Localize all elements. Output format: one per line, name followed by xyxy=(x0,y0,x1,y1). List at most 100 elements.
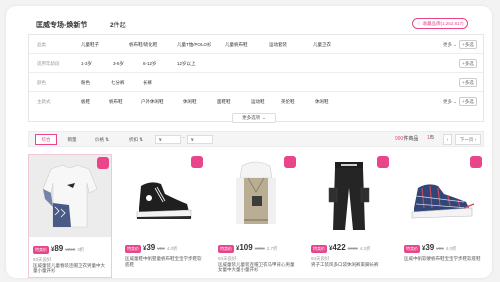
filter-option[interactable]: 帆布鞋/硫化鞋 xyxy=(129,42,157,49)
filter-option[interactable]: 6-12岁 xyxy=(143,61,157,68)
product-image[interactable] xyxy=(218,158,294,234)
product-price: ¥39 xyxy=(422,243,435,252)
filter-multi-button[interactable]: + 多选 xyxy=(459,78,477,87)
filter-more-button[interactable]: 更多 ⌄ xyxy=(443,99,457,106)
filter-option[interactable]: 儿童帆布鞋 xyxy=(225,42,248,49)
chevron-down-icon: ⌄ xyxy=(453,99,457,104)
product-title[interactable]: 匡威中帆软硬帆布鞋宝宝学步鞋软底鞋 xyxy=(404,256,482,262)
product-title[interactable]: 93天良好 男子工装风多口袋休闲裤束脚长裤 xyxy=(311,256,389,267)
product-card[interactable]: 特卖价 ¥89 ¥299 3折 93天良好 匡威童装儿童春装连帽卫衣男童中大童小… xyxy=(28,154,112,278)
filter-multi-button[interactable]: + 多选 xyxy=(459,40,477,49)
price-line: 特卖价 ¥89 ¥299 3折 xyxy=(33,244,85,254)
filter-more-button[interactable]: 更多 ⌄ xyxy=(443,42,457,49)
price-min-input[interactable]: ¥ xyxy=(155,135,181,144)
product-title[interactable]: 匡威童鞋中帆婴童帆布鞋宝宝学步鞋软底鞋 xyxy=(125,256,203,267)
filter-option[interactable]: 面鞋鞋 xyxy=(217,99,231,106)
price-line: 特卖价 ¥109 ¥399 2.7折 xyxy=(218,243,278,253)
price-max-input[interactable]: ¥ xyxy=(187,135,213,144)
product-card[interactable]: 特卖价 ¥39 ¥99 4.0折 匡威童鞋中帆婴童帆布鞋宝宝学步鞋软底鞋 xyxy=(121,154,205,278)
filter-option[interactable]: 粉色 xyxy=(81,80,90,87)
original-price: ¥99 xyxy=(157,246,165,251)
product-image[interactable] xyxy=(125,158,201,234)
price-range-dash: - xyxy=(183,135,185,141)
sort-discount-button[interactable]: 折扣 ⇅ xyxy=(121,134,151,145)
product-card[interactable]: 特卖价 ¥422 ¥999 4.2折 93天良好 男子工装风多口袋休闲裤束脚长裤 xyxy=(307,154,391,278)
discount-rate: 2.7折 xyxy=(266,246,278,251)
sort-sales-button[interactable]: 销量 xyxy=(61,134,83,145)
sale-tag-icon xyxy=(377,156,389,168)
product-price: ¥422 xyxy=(329,243,346,252)
filter-option[interactable]: 1-3岁 xyxy=(81,61,92,68)
sort-default-button[interactable]: 综合 xyxy=(35,134,57,145)
price-line: 特卖价 ¥422 ¥999 4.2折 xyxy=(311,243,371,253)
sale-tag-icon xyxy=(191,156,203,168)
filter-row-color: 颜色 粉色 七分裤 长裤 + 多选 xyxy=(29,73,483,92)
chevron-left-icon: ‹ xyxy=(446,137,449,142)
product-price: ¥39 xyxy=(143,243,156,252)
filter-option[interactable]: 板鞋 xyxy=(81,99,90,106)
filter-option[interactable]: 帆布鞋 xyxy=(109,99,123,106)
chevron-down-icon: ⌄ xyxy=(262,115,266,120)
filter-option[interactable]: 七分裤 xyxy=(111,80,125,87)
page-indicator: 1/5 xyxy=(427,135,434,141)
filter-option[interactable]: 休闲鞋 xyxy=(315,99,329,106)
cargo-pants-image xyxy=(328,162,370,230)
product-title[interactable]: 93天良好 匡威童装儿童装连帽卫衣马甲背心男童女童中大童小童开衫 xyxy=(218,256,296,273)
filter-option[interactable]: 儿童鞋子 xyxy=(81,42,99,49)
filter-row-age: 适用年龄段 1-3岁 3-6岁 6-12岁 12岁以上 + 多选 xyxy=(29,54,483,73)
filter-multi-button[interactable]: + 多选 xyxy=(459,97,477,106)
main-panel: 匡威专场-焕新节 2件起 ♡ 收藏品牌(1,252,817) 品类 儿童鞋子 帆… xyxy=(6,6,492,278)
page-title: 匡威专场-焕新节 xyxy=(36,22,88,29)
product-image[interactable] xyxy=(404,158,480,234)
discount-rate: 3折 xyxy=(77,247,85,252)
sort-arrows-icon: ⇅ xyxy=(105,136,110,142)
filter-row-category: 品类 儿童鞋子 帆布鞋/硫化鞋 儿童T恤/POLO衫 儿童帆布鞋 运动套装 儿童… xyxy=(29,35,483,54)
filter-option[interactable]: 户外休闲鞋 xyxy=(141,99,164,106)
filter-option[interactable]: 英伦鞋 xyxy=(281,99,295,106)
favorite-brand-button[interactable]: ♡ 收藏品牌(1,252,817) xyxy=(412,18,468,29)
more-filters-button[interactable]: 更多选项 ⌄ xyxy=(232,113,276,123)
chevron-down-icon: ⌄ xyxy=(453,42,457,47)
filter-option[interactable]: 休闲鞋 xyxy=(183,99,197,106)
heart-icon: ♡ xyxy=(416,20,421,26)
original-price: ¥99 xyxy=(436,246,444,251)
filter-option[interactable]: 12岁以上 xyxy=(177,61,196,68)
sale-tag-icon xyxy=(284,156,296,168)
product-title[interactable]: 93天良好 匡威童装儿童春装连帽卫衣男童中大童小童开衫 xyxy=(33,257,109,274)
result-count: 990件商品 xyxy=(395,136,419,142)
plaid-sneaker-image xyxy=(411,184,475,219)
product-card[interactable]: 特卖价 ¥109 ¥399 2.7折 93天良好 匡威童装儿童装连帽卫衣马甲背心… xyxy=(214,154,298,278)
next-page-button[interactable]: 下一页 › xyxy=(455,134,481,145)
filter-option[interactable]: 儿童T恤/POLO衫 xyxy=(177,42,212,49)
page-background: 匡威专场-焕新节 2件起 ♡ 收藏品牌(1,252,817) 品类 儿童鞋子 帆… xyxy=(0,0,500,282)
filter-option[interactable]: 儿童卫衣 xyxy=(313,42,331,49)
discount-rate: 4.2折 xyxy=(359,246,371,251)
price-line: 特卖价 ¥39 ¥99 4.0折 xyxy=(125,243,178,253)
sale-tag-icon xyxy=(470,156,482,168)
filter-panel: 品类 儿童鞋子 帆布鞋/硫化鞋 儿童T恤/POLO衫 儿童帆布鞋 运动套装 儿童… xyxy=(28,34,484,122)
sort-bar: 综合 销量 价格 ⇅ 折扣 ⇅ ¥ - ¥ 990件商品 1/5 ‹ 下一页 › xyxy=(28,131,484,147)
sort-arrows-icon: ⇅ xyxy=(139,136,144,142)
discount-rate: 4.0折 xyxy=(445,246,457,251)
product-grid: 特卖价 ¥89 ¥299 3折 93天良好 匡威童装儿童春装连帽卫衣男童中大童小… xyxy=(28,154,484,278)
product-price: ¥89 xyxy=(51,244,64,253)
original-price: ¥999 xyxy=(347,246,358,251)
prev-page-button[interactable]: ‹ xyxy=(443,134,452,145)
sort-price-button[interactable]: 价格 ⇅ xyxy=(87,134,117,145)
item-count: 2件起 xyxy=(110,22,126,29)
sneaker-image xyxy=(136,182,192,219)
product-price: ¥109 xyxy=(236,243,253,252)
filter-option[interactable]: 运动套装 xyxy=(269,42,287,49)
original-price: ¥399 xyxy=(254,246,265,251)
filter-option[interactable]: 3-6岁 xyxy=(113,61,124,68)
product-image[interactable] xyxy=(311,158,387,234)
filter-option[interactable]: 长裤 xyxy=(143,80,152,87)
discount-rate: 4.0折 xyxy=(166,246,178,251)
filter-option[interactable]: 运动鞋 xyxy=(251,99,265,106)
filter-multi-button[interactable]: + 多选 xyxy=(459,59,477,68)
chevron-right-icon: › xyxy=(474,137,477,142)
sale-tag-icon xyxy=(97,157,109,169)
original-price: ¥299 xyxy=(65,247,76,252)
brand-header: 匡威专场-焕新节 2件起 ♡ 收藏品牌(1,252,817) xyxy=(28,18,470,32)
product-card[interactable]: 特卖价 ¥39 ¥99 4.0折 匡威中帆软硬帆布鞋宝宝学步鞋软底鞋 xyxy=(400,154,484,278)
